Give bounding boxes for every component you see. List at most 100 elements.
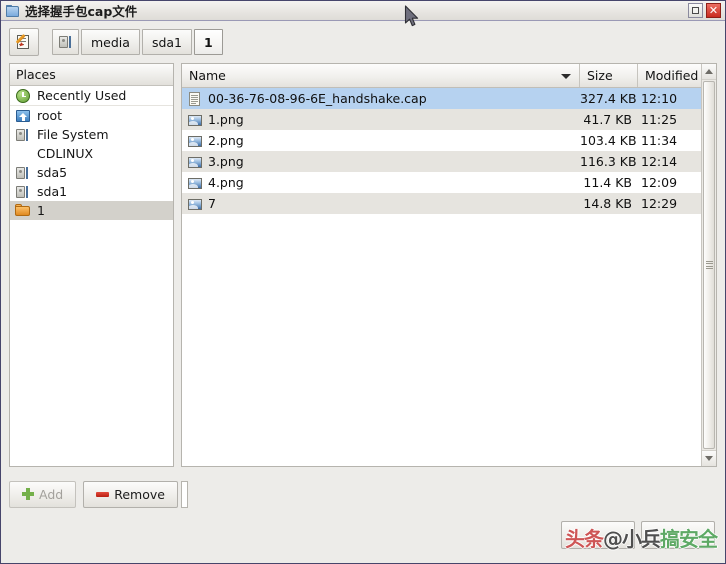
image-icon <box>187 196 203 212</box>
grip-icon <box>705 260 713 270</box>
file-name-label: 1.png <box>208 112 244 127</box>
places-item-sda5[interactable]: sda5 <box>10 163 173 182</box>
table-row[interactable]: 7 14.8 KB 12:29 <box>182 193 701 214</box>
places-item-label: 1 <box>37 203 45 218</box>
type-a-file-name-icon <box>15 33 32 50</box>
breadcrumb-item-media[interactable]: media <box>81 29 140 55</box>
file-name-label: 3.png <box>208 154 244 169</box>
image-icon <box>187 112 203 128</box>
file-name-cell: 4.png <box>182 175 580 191</box>
sort-descending-icon <box>561 73 571 79</box>
file-name-label: 7 <box>208 196 216 211</box>
plus-icon <box>22 488 34 500</box>
file-size-cell: 116.3 KB <box>580 154 637 169</box>
table-row[interactable]: 00-36-76-08-96-6E_handshake.cap 327.4 KB… <box>182 88 701 109</box>
type-a-file-name-button[interactable] <box>9 28 39 56</box>
column-header-name-label: Name <box>189 68 226 83</box>
scroll-up-button[interactable] <box>702 64 716 80</box>
location-input[interactable] <box>181 480 188 508</box>
image-icon <box>187 175 203 191</box>
file-list-rows: 00-36-76-08-96-6E_handshake.cap 327.4 KB… <box>182 88 701 466</box>
maximize-button[interactable] <box>688 3 703 18</box>
table-row[interactable]: 4.png 11.4 KB 12:09 <box>182 172 701 193</box>
title-bar[interactable]: 选择握手包cap文件 ✕ <box>1 1 725 21</box>
file-modified-cell: 11:25 <box>641 112 678 127</box>
places-item-recently-used[interactable]: Recently Used <box>10 86 173 106</box>
recent-icon <box>15 88 31 104</box>
breadcrumb-item-sda1[interactable]: sda1 <box>141 29 192 55</box>
file-name-cell: 00-36-76-08-96-6E_handshake.cap <box>182 91 580 107</box>
places-item-file-system[interactable]: File System <box>10 125 173 144</box>
scroll-down-button[interactable] <box>702 450 716 466</box>
breadcrumb: media sda1 1 <box>52 29 225 55</box>
file-name-label: 00-36-76-08-96-6E_handshake.cap <box>208 91 427 106</box>
close-button[interactable]: ✕ <box>706 3 721 18</box>
places-list[interactable]: Places Recently Used root File System CD… <box>9 63 174 467</box>
add-button[interactable]: Add <box>9 480 77 508</box>
places-item-label: sda5 <box>37 165 68 180</box>
file-name-label: 4.png <box>208 175 244 190</box>
path-toolbar: media sda1 1 <box>1 21 725 63</box>
breadcrumb-item-1[interactable]: 1 <box>194 29 223 55</box>
dialog-action-bar <box>1 513 725 563</box>
file-name-cell: 7 <box>182 196 580 212</box>
table-row[interactable]: 3.png 116.3 KB 12:14 <box>182 151 701 172</box>
table-row[interactable]: 1.png 41.7 KB 11:25 <box>182 109 701 130</box>
column-header-size[interactable]: Size <box>580 64 638 87</box>
scrollbar-thumb[interactable] <box>703 81 715 449</box>
column-header-name[interactable]: Name <box>182 64 580 87</box>
table-row[interactable]: 2.png 103.4 KB 11:34 <box>182 130 701 151</box>
window-controls: ✕ <box>688 3 723 18</box>
remove-button[interactable]: Remove <box>83 480 178 508</box>
breadcrumb-item-drive[interactable] <box>52 29 79 55</box>
file-modified-cell: 12:09 <box>641 175 678 190</box>
open-button[interactable] <box>641 521 715 549</box>
file-size-cell: 11.4 KB <box>583 175 632 190</box>
file-size-cell: 103.4 KB <box>580 133 637 148</box>
drive-icon <box>15 184 31 200</box>
file-list-inner: Name Size Modified 00-36-76-08-96-6E_han… <box>182 64 701 466</box>
minus-icon <box>96 491 110 497</box>
location-row <box>181 467 188 513</box>
places-item-label: CDLINUX <box>37 146 94 161</box>
main-content: Places Recently Used root File System CD… <box>1 63 725 467</box>
add-button-label: Add <box>39 486 64 502</box>
file-size-cell: 327.4 KB <box>580 91 637 106</box>
column-header-modified[interactable]: Modified <box>638 64 701 87</box>
chevron-up-icon <box>705 69 713 74</box>
file-list-scrollbar[interactable] <box>701 64 716 466</box>
file-modified-cell: 11:34 <box>641 133 678 148</box>
image-icon <box>187 154 203 170</box>
window-title: 选择握手包cap文件 <box>25 4 138 19</box>
drive-icon <box>59 35 72 49</box>
file-name-cell: 3.png <box>182 154 580 170</box>
drive-icon <box>15 127 31 143</box>
cancel-button[interactable] <box>561 521 635 549</box>
places-item-1[interactable]: 1 <box>10 201 173 220</box>
places-item-label: File System <box>37 127 109 142</box>
places-buttons: Add Remove <box>9 467 178 513</box>
file-name-cell: 2.png <box>182 133 580 149</box>
bottom-controls: Add Remove <box>1 467 725 513</box>
file-modified-cell: 12:14 <box>641 154 678 169</box>
file-list-pane: Name Size Modified 00-36-76-08-96-6E_han… <box>181 63 717 467</box>
chevron-down-icon <box>705 456 713 461</box>
places-item-label: root <box>37 108 63 123</box>
places-item-sda1[interactable]: sda1 <box>10 182 173 201</box>
places-item-root[interactable]: root <box>10 106 173 125</box>
places-item-cdlinux[interactable]: CDLINUX <box>10 144 173 163</box>
file-name-cell: 1.png <box>182 112 580 128</box>
home-folder-icon <box>15 108 31 124</box>
folder-icon <box>15 203 31 219</box>
places-pane: Places Recently Used root File System CD… <box>9 63 174 467</box>
column-header-size-label: Size <box>587 68 613 83</box>
places-item-label: Recently Used <box>37 88 127 103</box>
document-icon <box>187 91 203 107</box>
file-size-cell: 41.7 KB <box>583 112 632 127</box>
file-size-cell: 14.8 KB <box>583 196 632 211</box>
file-modified-cell: 12:29 <box>641 196 678 211</box>
file-modified-cell: 12:10 <box>641 91 678 106</box>
image-icon <box>187 133 203 149</box>
file-name-label: 2.png <box>208 133 244 148</box>
scrollbar-track[interactable] <box>702 80 716 450</box>
